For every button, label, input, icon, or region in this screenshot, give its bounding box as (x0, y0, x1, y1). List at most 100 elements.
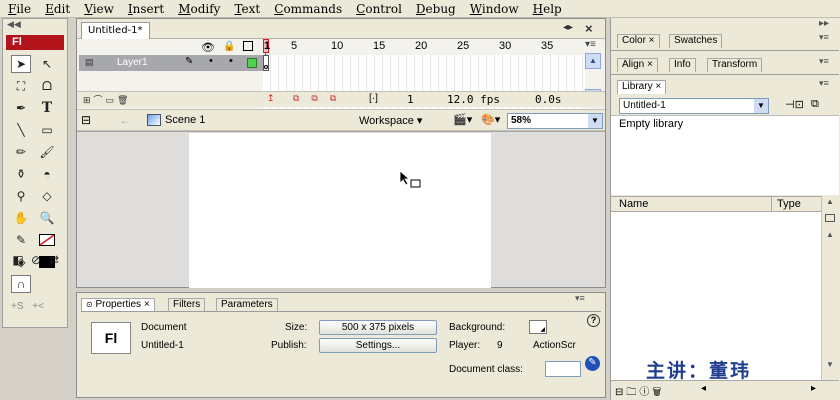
tab-color[interactable]: Color × (617, 34, 660, 48)
free-transform-tool-icon[interactable]: ⛶ (11, 77, 31, 95)
outline-color-swatch[interactable] (247, 58, 257, 68)
keyframe[interactable] (263, 55, 269, 71)
sort-icon[interactable]: ▲ (826, 197, 834, 206)
outline-icon[interactable] (243, 41, 253, 51)
scroll-down-icon[interactable]: ▼ (826, 360, 834, 369)
tabs-menu-icon[interactable]: ◂▸ (563, 22, 573, 33)
scroll-up-icon[interactable]: ▲ (585, 53, 601, 69)
zoom-combo[interactable]: 58% ▼ (507, 113, 603, 129)
layer-name[interactable]: Layer1 (117, 57, 148, 68)
selection-tool-icon[interactable]: ➤ (11, 55, 31, 73)
library-vscroll[interactable]: ▲ ▲ ▼ (821, 196, 839, 380)
document-class-input[interactable] (545, 361, 581, 377)
layer-row[interactable]: ▤ Layer1 ✎ • • (79, 55, 263, 71)
wide-view-icon[interactable] (825, 214, 835, 222)
library-item-list[interactable] (611, 212, 821, 380)
timeline-toggle-icon[interactable]: ⊟ (81, 113, 91, 127)
brush-tool-icon[interactable]: 🖌 (37, 143, 57, 161)
eyedropper-tool-icon[interactable]: ⚲ (11, 187, 31, 205)
pin-library-icon[interactable]: ⊣⊡ (785, 98, 804, 111)
column-type[interactable]: Type (777, 198, 801, 210)
menu-view[interactable]: View (76, 2, 120, 16)
panel-menu-icon[interactable]: ▾≡ (819, 56, 829, 67)
scroll-up-icon[interactable]: ▲ (826, 230, 834, 239)
menu-edit[interactable]: Edit (37, 2, 76, 16)
zoom-tool-icon[interactable]: 🔍 (37, 209, 57, 227)
paint-bucket-tool-icon[interactable]: ◓ (37, 165, 57, 183)
menu-insert[interactable]: Insert (120, 2, 170, 16)
workspace-menu[interactable]: Workspace ▾ (359, 114, 422, 127)
hand-tool-icon[interactable]: ✋ (11, 209, 31, 227)
pen-tool-icon[interactable]: ✒ (11, 99, 31, 117)
onion-skin-icons[interactable]: ⧉⧉⧉ (293, 93, 348, 104)
library-document-select[interactable]: Untitled-1 ▼ (619, 98, 769, 114)
menu-debug[interactable]: Debug (408, 2, 462, 16)
back-arrow-icon[interactable]: ← (119, 113, 131, 127)
stroke-color-icon[interactable]: ✎ (11, 231, 31, 249)
smooth-label[interactable]: +S (11, 301, 24, 312)
background-color-swatch[interactable]: ◢ (529, 320, 547, 334)
rectangle-tool-icon[interactable]: ▭ (37, 121, 57, 139)
menu-control[interactable]: Control (348, 2, 408, 16)
text-tool-icon[interactable]: T (37, 99, 57, 117)
dock-collapse-icon[interactable]: ▸▸ (819, 18, 829, 29)
menu-modify[interactable]: Modify (170, 2, 226, 16)
snap-magnet-icon[interactable]: ∩ (11, 275, 31, 293)
eraser-tool-icon[interactable]: ◇ (37, 187, 57, 205)
column-name[interactable]: Name (619, 198, 648, 210)
edit-markers[interactable]: [·] (369, 93, 378, 104)
edit-symbols-icon[interactable]: 🎨▾ (481, 113, 500, 126)
edit-bar: ⊟ ← Scene 1 Workspace ▾ 🎬▾ 🎨▾ 58% ▼ (77, 109, 605, 131)
settings-button[interactable]: Settings... (319, 338, 437, 353)
size-button[interactable]: 500 x 375 pixels (319, 320, 437, 335)
panel-menu-icon[interactable]: ▾≡ (819, 78, 829, 89)
eye-icon[interactable]: 👁 (201, 41, 215, 54)
timeline-menu-icon[interactable]: ▾≡ (585, 39, 596, 50)
subselect-tool-icon[interactable]: ↖ (37, 55, 57, 73)
straighten-label[interactable]: +< (32, 301, 44, 312)
menu-commands[interactable]: Commands (266, 2, 348, 16)
tab-info[interactable]: Info (669, 58, 696, 72)
tab-parameters[interactable]: Parameters (216, 298, 278, 312)
new-library-icon[interactable]: ⧉ (811, 98, 819, 111)
tab-transform[interactable]: Transform (707, 58, 763, 72)
stroke-color-swatch[interactable] (37, 231, 57, 249)
pencil-tool-icon[interactable]: ✏ (11, 143, 31, 161)
swap-colors-icon[interactable]: ⇄ (47, 251, 61, 269)
help-icon[interactable]: ? (587, 314, 600, 327)
document-tab[interactable]: Untitled-1* (81, 22, 150, 39)
line-tool-icon[interactable]: ╲ (11, 121, 31, 139)
chevron-down-icon[interactable]: ▼ (754, 99, 768, 113)
menu-help[interactable]: Help (525, 2, 568, 16)
scroll-left-icon[interactable]: ◂ (701, 383, 706, 394)
center-frame-icon[interactable]: ↥ (267, 93, 275, 104)
edit-class-icon[interactable]: ✎ (585, 356, 600, 371)
tab-properties[interactable]: ⊙ Properties × (81, 298, 155, 312)
tools-titlebar[interactable]: ◀◀ (3, 19, 67, 33)
lasso-tool-icon[interactable]: ᗝ (37, 77, 57, 95)
close-icon[interactable]: × (585, 21, 593, 36)
menu-text[interactable]: Text (226, 2, 266, 16)
edit-scene-icon[interactable]: 🎬▾ (453, 113, 472, 126)
ink-bottle-tool-icon[interactable]: ⚱ (11, 165, 31, 183)
layer-buttons-icon[interactable]: ⊞⌒▭🗑 (83, 93, 131, 106)
lock-icon[interactable]: 🔒 (223, 41, 235, 52)
lock-dot[interactable]: • (229, 55, 233, 67)
tab-library[interactable]: Library × (617, 80, 667, 94)
scene-name[interactable]: Scene 1 (165, 114, 205, 126)
menu-file[interactable]: File (0, 2, 37, 16)
black-white-icon[interactable]: ◧ (11, 251, 25, 269)
tab-swatches[interactable]: Swatches (669, 34, 723, 48)
no-color-icon[interactable]: ⊘ (29, 251, 43, 269)
visibility-dot[interactable]: • (209, 55, 213, 67)
collapse-arrows-icon[interactable]: ◀◀ (7, 19, 21, 30)
panel-menu-icon[interactable]: ▾≡ (819, 32, 829, 43)
chevron-down-icon[interactable]: ▼ (588, 114, 602, 128)
scroll-right-icon[interactable]: ▸ (811, 383, 816, 394)
panel-menu-icon[interactable]: ▾≡ (575, 293, 585, 304)
library-footer-icons[interactable]: ⊟🗀ⓘ🗑 (615, 383, 664, 400)
menu-window[interactable]: Window (462, 2, 525, 16)
tab-align[interactable]: Align × (617, 58, 658, 72)
stage[interactable] (189, 133, 491, 288)
tab-filters[interactable]: Filters (168, 298, 206, 312)
